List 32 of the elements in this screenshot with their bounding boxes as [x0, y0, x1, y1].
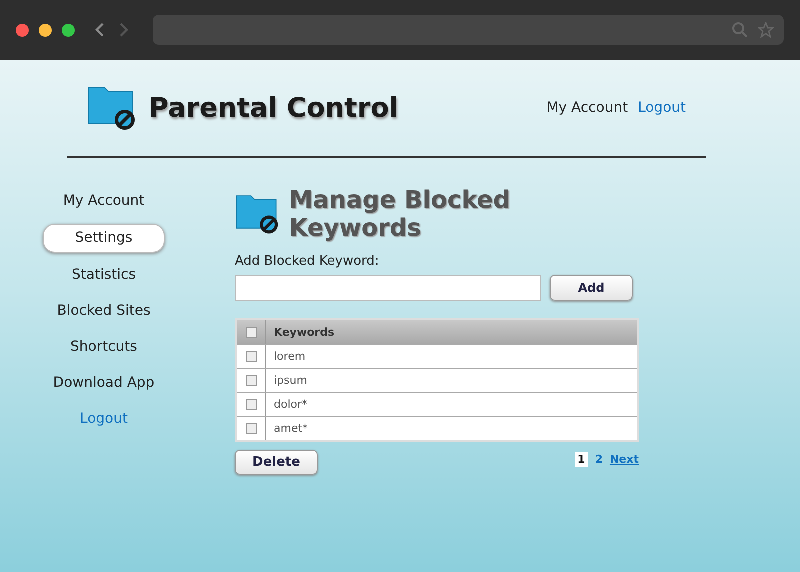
sidebar-item[interactable]: Download App [41, 370, 167, 397]
keyword-input[interactable] [235, 275, 541, 301]
row-checkbox[interactable] [246, 375, 256, 386]
page-link[interactable]: 1 [574, 452, 588, 467]
row-checkbox[interactable] [246, 423, 256, 434]
table-cell-text: lorem [273, 349, 306, 365]
header-link[interactable]: My Account [546, 100, 628, 116]
table-cell-text: ipsum [273, 373, 308, 389]
back-icon[interactable] [95, 23, 105, 37]
sidebar-item[interactable]: Statistics [60, 262, 148, 289]
minimize-dot[interactable] [39, 24, 52, 36]
field-label: Add Blocked Keyword: [235, 254, 380, 269]
sidebar-item[interactable]: Settings [43, 224, 165, 253]
column-header: Keywords [273, 324, 335, 340]
table-cell-text: amet* [273, 421, 308, 437]
search-icon[interactable] [732, 22, 748, 38]
app-title: Parental Control [149, 92, 399, 124]
sidebar-item[interactable]: Shortcuts [58, 334, 150, 361]
row-checkbox[interactable] [246, 351, 256, 362]
select-all-checkbox[interactable] [246, 326, 256, 338]
sidebar-item[interactable]: Blocked Sites [45, 298, 163, 325]
page-title: Manage Blocked Keywords [289, 186, 512, 242]
header-link[interactable]: Logout [638, 100, 686, 116]
maximize-dot[interactable] [62, 24, 75, 36]
delete-button[interactable]: Delete [235, 450, 318, 475]
forward-icon[interactable] [119, 23, 129, 37]
sidebar-item[interactable]: My Account [51, 188, 157, 215]
add-button[interactable]: Add [550, 275, 633, 301]
star-icon[interactable] [758, 22, 774, 38]
row-checkbox[interactable] [246, 399, 256, 410]
close-dot[interactable] [16, 24, 29, 36]
table-cell-text: dolor* [273, 397, 308, 413]
